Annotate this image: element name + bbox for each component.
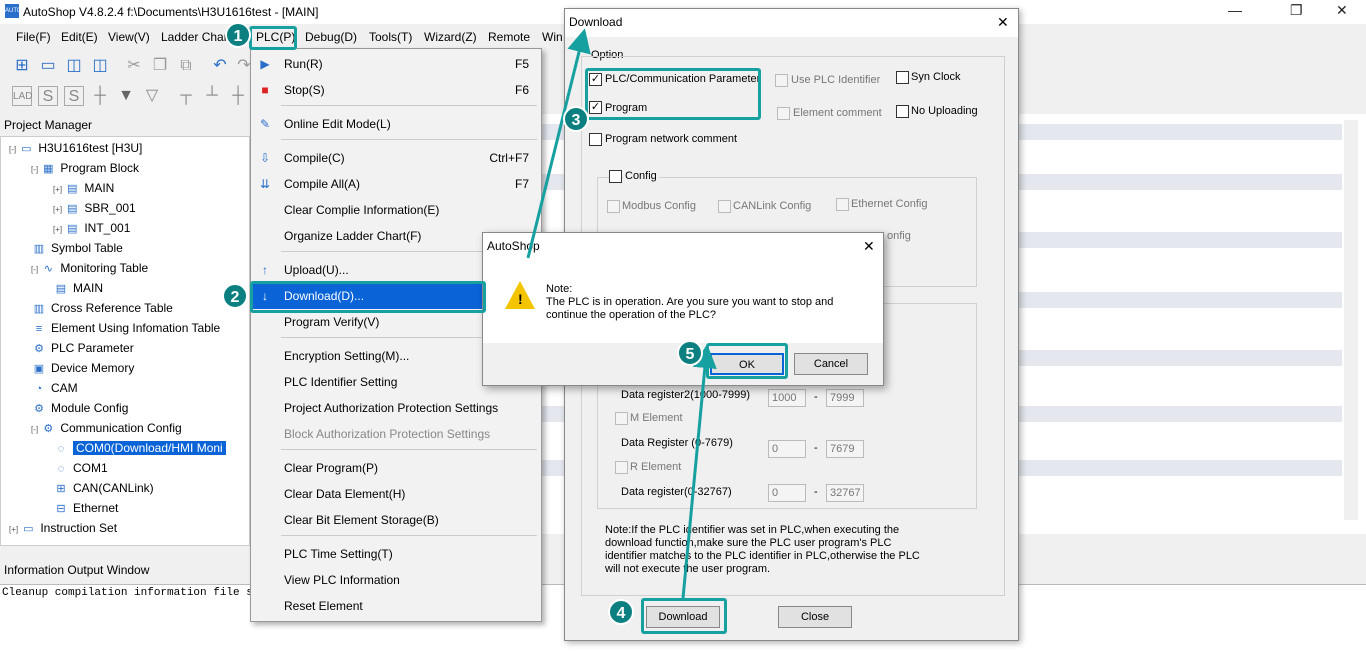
highlight-plc-menu <box>249 26 297 50</box>
highlight-download-item <box>250 281 486 313</box>
annotation-badge-3: 3 <box>563 106 589 132</box>
highlight-ok-button <box>706 343 788 379</box>
annotation-badge-4: 4 <box>608 599 634 625</box>
highlight-download-button <box>641 598 727 634</box>
annotation-badge-1: 1 <box>225 22 251 48</box>
arrow-to-ok <box>681 344 717 599</box>
arrow-to-download-dialog <box>526 28 591 259</box>
annotation-badge-5: 5 <box>677 340 703 366</box>
annotation-badge-2: 2 <box>222 283 248 309</box>
highlight-options <box>585 68 761 120</box>
